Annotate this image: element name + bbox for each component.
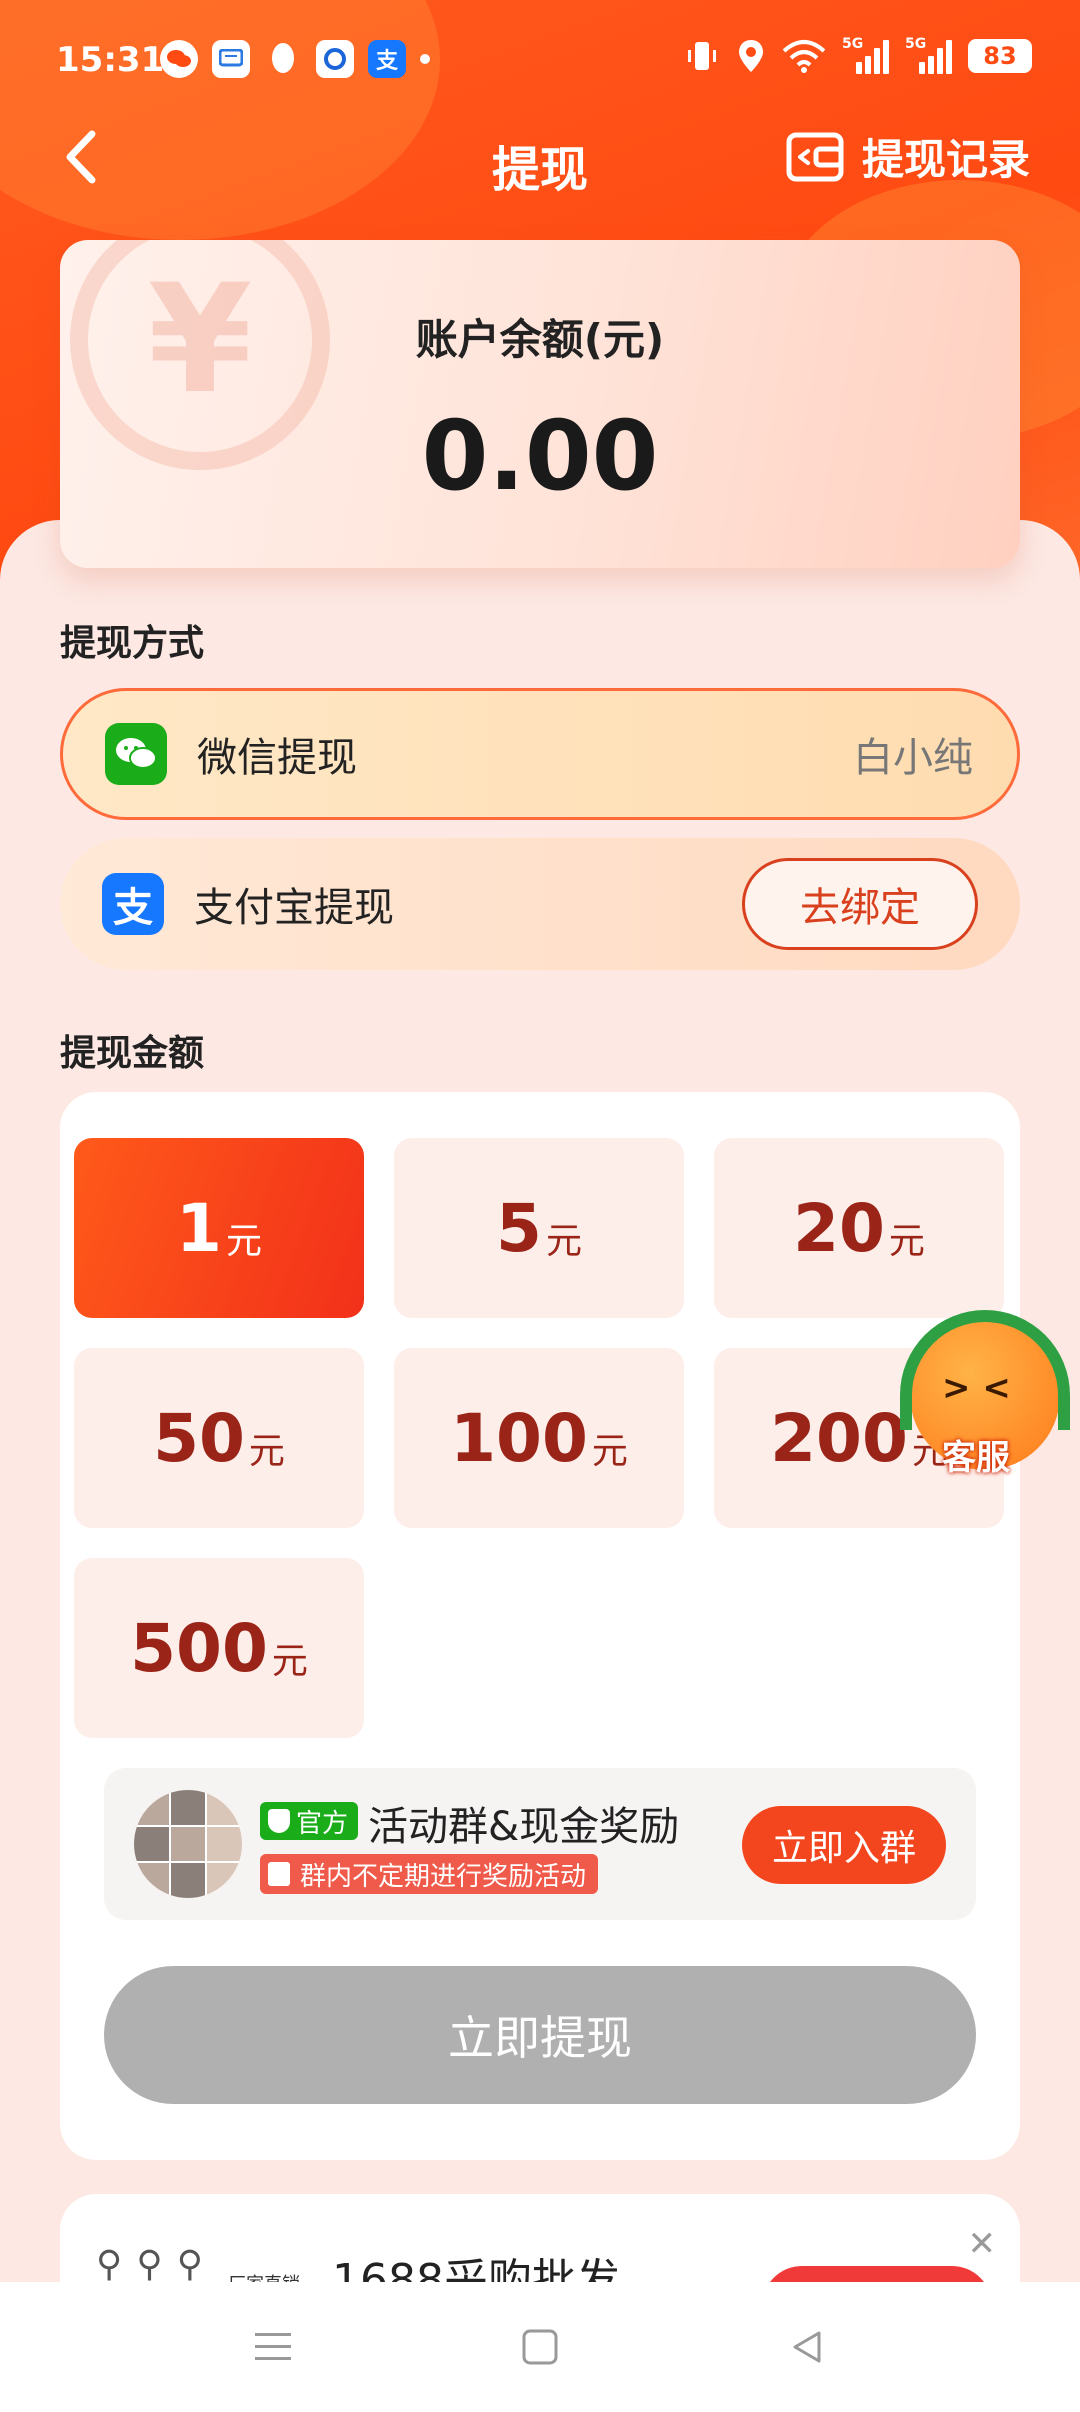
withdraw-now-button[interactable]: 立即提现 [104, 1966, 976, 2104]
close-icon[interactable]: ✕ [968, 2224, 997, 2264]
customer-service-float[interactable]: > < 客服 [900, 1310, 1080, 1490]
battery-indicator: 83 [968, 39, 1032, 73]
app-header: 提现 提现记录 [0, 100, 1080, 210]
amount-option-50[interactable]: 50 元 [74, 1348, 364, 1528]
back-nav-button[interactable] [772, 2312, 842, 2382]
official-badge: 官方 [260, 1802, 359, 1840]
alipay-icon: 支 [368, 40, 406, 78]
signal-icon: 5G [842, 36, 889, 74]
product-icons: ⚲⚲⚲ [96, 2244, 218, 2285]
alipay-icon: 支 [102, 873, 164, 935]
signal-icon: 5G [905, 36, 952, 74]
wechat-account-name: 白小纯 [853, 735, 973, 781]
alipay-withdraw-label: 支付宝提现 [194, 885, 394, 931]
amount-card: 1元 5元 20 元 50 元 100 元 200 元 500 元 官方 活动群&现金奖励… [60, 1092, 1020, 2160]
app-icon [316, 40, 354, 78]
shield-check-icon [268, 1809, 290, 1833]
bind-alipay-button[interactable]: 去绑定 [742, 858, 978, 950]
balance-value: 0.00 [421, 400, 659, 512]
back-triangle-icon [793, 2331, 821, 2363]
customer-service-label: 客服 [942, 1438, 1010, 1478]
home-square-icon [522, 2329, 558, 2365]
red-envelope-icon [268, 1862, 290, 1886]
menu-icon [255, 2333, 292, 2360]
wechat-icon [105, 723, 167, 785]
wechat-icon [160, 40, 198, 78]
location-icon [739, 40, 763, 72]
method-section-title: 提现方式 [60, 623, 205, 664]
amount-option-20[interactable]: 20 元 [714, 1138, 1004, 1318]
menu-nav-button[interactable] [238, 2312, 308, 2382]
group-subtitle-badge: 群内不定期进行奖励活动 [260, 1854, 599, 1894]
balance-card: ¥ 账户余额(元) 0.00 [60, 240, 1020, 568]
wechat-withdraw-option[interactable]: 微信提现 白小纯 [60, 688, 1020, 820]
withdraw-records-label: 提现记录 [861, 135, 1030, 184]
amount-option-1[interactable]: 1元 [74, 1138, 364, 1318]
wifi-icon [782, 40, 826, 73]
wechat-withdraw-label: 微信提现 [197, 735, 357, 781]
amount-option-100[interactable]: 100 元 [394, 1348, 684, 1528]
group-avatar [134, 1790, 242, 1898]
group-title: 活动群&现金奖励 [368, 1804, 680, 1850]
activity-group-banner[interactable]: 官方 活动群&现金奖励 群内不定期进行奖励活动 立即入群 [104, 1768, 976, 1920]
system-nav-bar [0, 2282, 1080, 2412]
qq-icon [264, 40, 302, 78]
amount-option-5[interactable]: 5元 [394, 1138, 684, 1318]
notification-icons: 支 [160, 40, 430, 78]
join-group-button[interactable]: 立即入群 [742, 1806, 946, 1884]
support-face-expression: > < [942, 1368, 1011, 1408]
amount-section-title: 提现金额 [60, 1033, 205, 1074]
message-icon [212, 40, 250, 78]
status-time: 15:31 [56, 40, 165, 80]
amount-option-500[interactable]: 500 元 [74, 1558, 364, 1738]
more-notifications-dot [420, 54, 430, 64]
alipay-withdraw-option[interactable]: 支 支付宝提现 去绑定 [60, 838, 1020, 970]
home-nav-button[interactable] [505, 2312, 575, 2382]
withdraw-records-button[interactable]: 提现记录 [786, 126, 1030, 187]
system-indicators: 5G 5G 83 [684, 36, 1032, 74]
balance-label: 账户余额(元) [415, 315, 665, 364]
vibrate-icon [688, 42, 716, 70]
wallet-icon [786, 132, 844, 181]
